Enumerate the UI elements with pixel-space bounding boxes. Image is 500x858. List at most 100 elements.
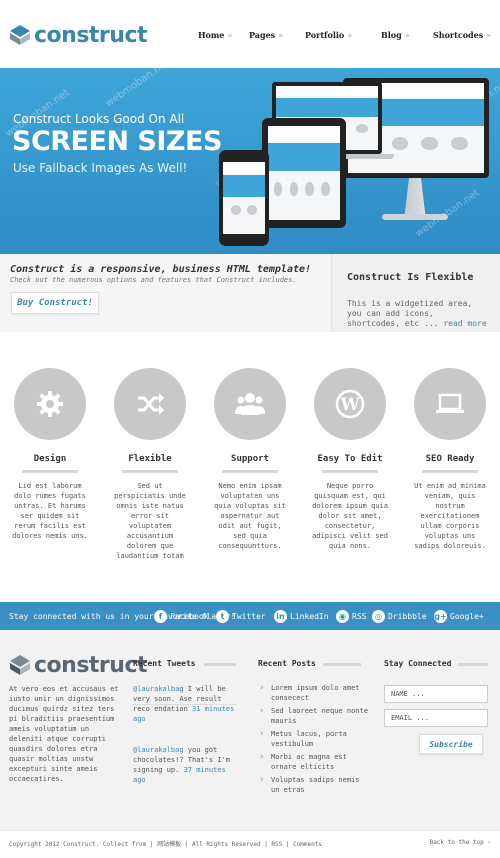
hero-tagline: Use Fallback Images As Well!: [13, 161, 188, 175]
tweet-user-link[interactable]: @laurakalbag: [133, 685, 184, 693]
tweet-user-link[interactable]: @laurakalbag: [133, 746, 184, 754]
gear-icon[interactable]: [14, 368, 86, 440]
chevron-right-icon: »: [347, 31, 353, 40]
feature-text: Nemo enim ipsam voluptaten uns quia volu…: [214, 482, 286, 550]
feature-title: Flexible: [128, 454, 172, 464]
recent-posts-title: Recent Posts: [258, 659, 316, 668]
social-link-label: RSS: [352, 611, 367, 621]
hero-title: SCREEN SIZES: [12, 126, 222, 157]
social-link-dribbble[interactable]: ◎ Dribbble: [372, 609, 427, 623]
intro-callout: Construct is a responsive, business HTML…: [0, 254, 332, 332]
divider: [322, 470, 378, 473]
divider: [204, 663, 236, 666]
nav-label: Home: [198, 30, 225, 40]
main-nav: Home» Pages» Portfolio» Blog» Shortcodes…: [0, 30, 500, 44]
phone-image: [219, 150, 269, 246]
feature-support: Support Nemo enim ipsam voluptaten uns q…: [200, 368, 300, 551]
hero-subtitle: Construct Looks Good On All: [13, 112, 185, 126]
feature-title: Design: [33, 454, 67, 464]
social-link-label: LinkedIn: [290, 611, 329, 621]
feature-text: Sed ut perspiciatis unde omnis iste natu…: [114, 482, 186, 560]
widget-title: Construct Is Flexible: [347, 272, 474, 283]
name-field[interactable]: NAME ...: [384, 685, 488, 703]
recent-post-link[interactable]: Morbi ac magna est ornare elticits: [258, 752, 368, 772]
wordpress-icon[interactable]: W: [314, 368, 386, 440]
recent-post-link[interactable]: Sed laoreet neque nonte mauris: [258, 706, 368, 726]
divider: [222, 470, 278, 473]
chevron-right-icon: »: [227, 31, 233, 40]
social-link-facebook[interactable]: f Facebook: [154, 609, 209, 623]
recent-post-link[interactable]: Metus lacus, porta vestibulum: [258, 729, 368, 749]
nav-item-portfolio[interactable]: Portfolio»: [305, 30, 352, 40]
nav-label: Blog: [381, 30, 402, 40]
recent-post-link[interactable]: Voluptas sadips nemis un etras: [258, 775, 368, 795]
social-bar: Stay connected with us in your favorite …: [0, 602, 500, 630]
tweet-item: @laurakalbag you got chocolates!? That's…: [133, 745, 239, 785]
recent-tweets-title: Recent Tweets: [133, 659, 196, 668]
social-link-label: Dribbble: [388, 611, 427, 621]
hero-slider[interactable]: webmoban.net webmoban.net webmoban.net w…: [0, 68, 500, 254]
social-link-label: Facebook: [170, 611, 209, 621]
monitor-stand: [404, 178, 426, 216]
social-link-googleplus[interactable]: g+ Google+: [434, 609, 484, 623]
subscribe-button[interactable]: Subscribe: [419, 734, 483, 754]
divider: [458, 663, 488, 666]
logo-text: construct: [34, 652, 148, 678]
site-header: construct Home» Pages» Portfolio» Blog» …: [0, 0, 500, 68]
tablet-image: [262, 118, 346, 228]
buy-button[interactable]: Buy Construct!: [11, 292, 99, 314]
divider: [133, 704, 237, 705]
social-link-rss[interactable]: ◉ RSS: [336, 609, 366, 623]
divider: [422, 470, 478, 473]
back-to-top-link[interactable]: Back to the top ›: [430, 839, 491, 846]
chevron-right-icon: »: [278, 31, 284, 40]
feature-title: Easy To Edit: [317, 454, 383, 464]
recent-post-link[interactable]: Lorem ipsum dolo amet consecect: [258, 683, 368, 703]
shuffle-icon[interactable]: [114, 368, 186, 440]
intro-subtext: Check out the numerous options and featu…: [10, 276, 297, 284]
divider: [323, 663, 361, 666]
logo-mark-icon: [10, 655, 30, 675]
feature-title: SEO Ready: [425, 454, 475, 464]
recent-posts-list: Lorem ipsum dolo amet consecect Sed laor…: [258, 683, 368, 798]
twitter-icon: t: [216, 609, 229, 623]
social-link-linkedin[interactable]: in LinkedIn: [274, 609, 329, 623]
nav-label: Portfolio: [305, 30, 345, 40]
svg-text:W: W: [339, 395, 360, 415]
feature-design: Design Lid est laborum dolo rumes fugats…: [0, 368, 100, 541]
intro-tagline: Construct is a responsive, business HTML…: [10, 264, 312, 275]
features-section: Design Lid est laborum dolo rumes fugats…: [0, 332, 500, 602]
nav-item-pages[interactable]: Pages»: [249, 30, 283, 40]
copyright-text: Copyright 2012 Construct. Collect from |…: [9, 841, 322, 848]
nav-item-home[interactable]: Home»: [198, 30, 232, 40]
dribbble-icon: ◎: [372, 609, 385, 623]
chevron-right-icon: »: [404, 31, 410, 40]
nav-label: Pages: [249, 30, 276, 40]
facebook-icon: f: [154, 609, 167, 623]
feature-title: Support: [231, 454, 269, 464]
laptop-icon[interactable]: [414, 368, 486, 440]
social-link-label: Google+: [450, 611, 484, 621]
googleplus-icon: g+: [434, 609, 447, 623]
feature-flexible: Flexible Sed ut perspiciatis unde omnis …: [100, 368, 200, 561]
nav-item-shortcodes[interactable]: Shortcodes»: [433, 30, 491, 40]
footer-logo[interactable]: construct: [9, 652, 148, 678]
monitor-base: [382, 214, 448, 220]
social-link-label: Twitter: [232, 611, 266, 621]
nav-label: Shortcodes: [433, 30, 484, 40]
feature-text: Neque porro quisquam est, qui dolorem ip…: [312, 482, 388, 550]
social-link-twitter[interactable]: t Twitter: [216, 609, 266, 623]
divider: [22, 470, 78, 473]
watermark: webmoban.net: [103, 68, 172, 110]
nav-item-blog[interactable]: Blog»: [381, 30, 410, 40]
users-icon[interactable]: [214, 368, 286, 440]
feature-text: Ut enim ad minima veniam, quis nostrum e…: [414, 482, 486, 550]
linkedin-icon: in: [274, 609, 287, 623]
stay-connected-title: Stay Connected: [384, 659, 452, 668]
feature-seo-ready: SEO Ready Ut enim ad minima veniam, quis…: [400, 368, 500, 551]
email-field[interactable]: EMAIL ...: [384, 709, 488, 727]
divider: [122, 470, 178, 473]
bottom-bar: Copyright 2012 Construct. Collect from |…: [0, 830, 500, 858]
rss-icon: ◉: [336, 609, 349, 623]
footer-about: At vero eos et accusaus et iusto unir un…: [9, 685, 119, 783]
